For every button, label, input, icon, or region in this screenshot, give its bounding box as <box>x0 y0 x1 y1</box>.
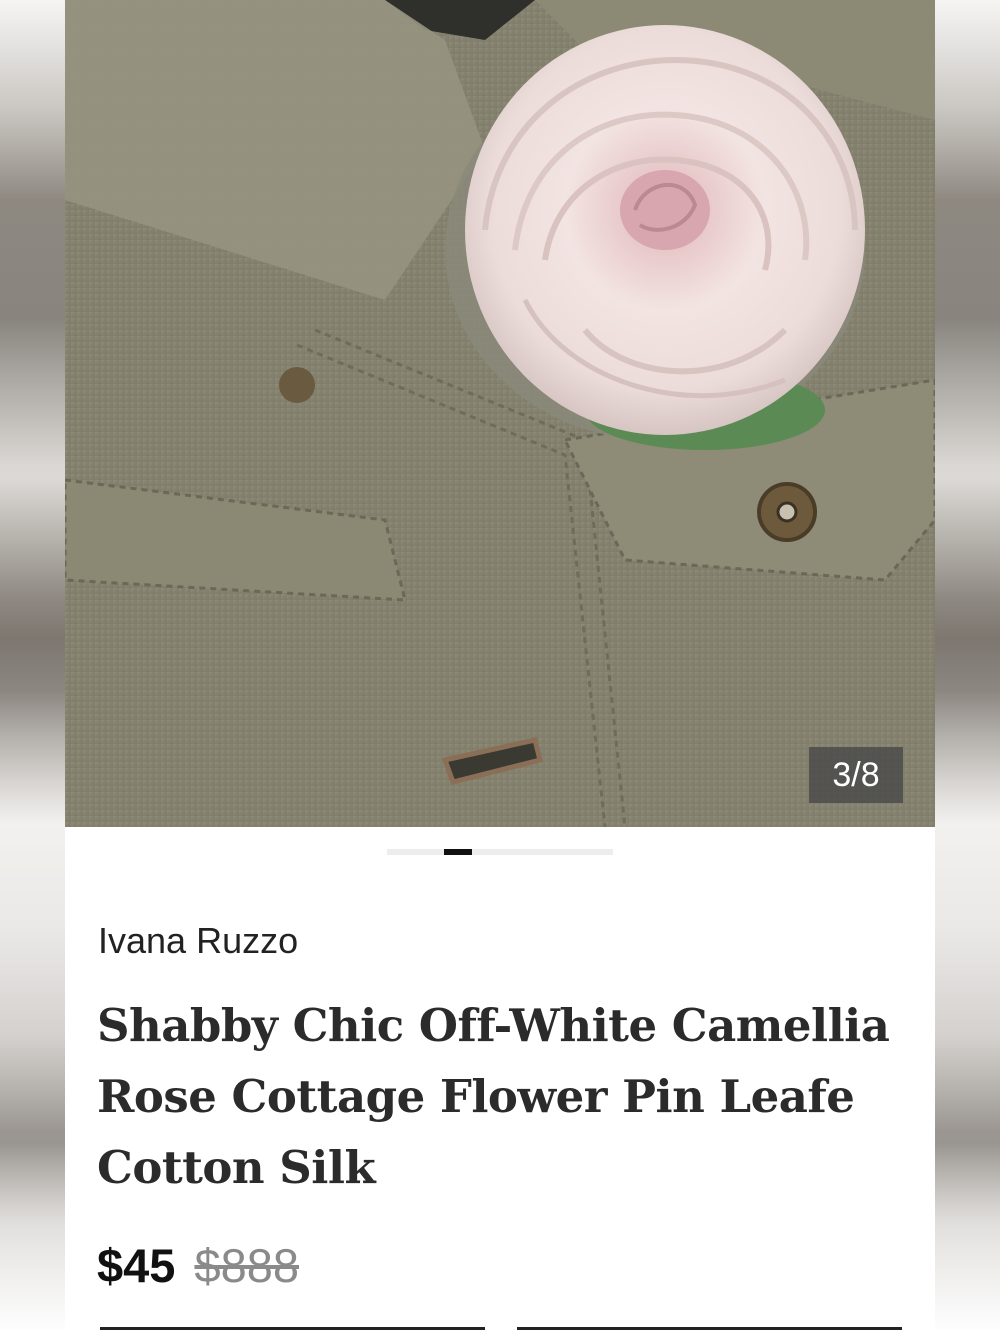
gallery-pagination-bar[interactable] <box>387 849 613 855</box>
listing-card: 3/8 Ivana Ruzzo Shabby Chic Off-White Ca… <box>65 0 935 1330</box>
original-price: $888 <box>194 1239 300 1292</box>
product-image <box>65 0 935 827</box>
price-row: $45 $888 <box>97 1236 299 1296</box>
gallery-pagination-thumb <box>444 849 472 855</box>
listing-title: Shabby Chic Off-White Camellia Rose Cott… <box>97 999 890 1194</box>
seller-name[interactable]: Ivana Ruzzo <box>98 920 298 962</box>
blurred-backdrop-right <box>935 0 1000 1330</box>
product-photo[interactable]: 3/8 <box>65 0 935 827</box>
image-counter: 3/8 <box>809 747 903 803</box>
blurred-backdrop-left <box>0 0 65 1330</box>
current-price: $45 <box>97 1239 176 1292</box>
